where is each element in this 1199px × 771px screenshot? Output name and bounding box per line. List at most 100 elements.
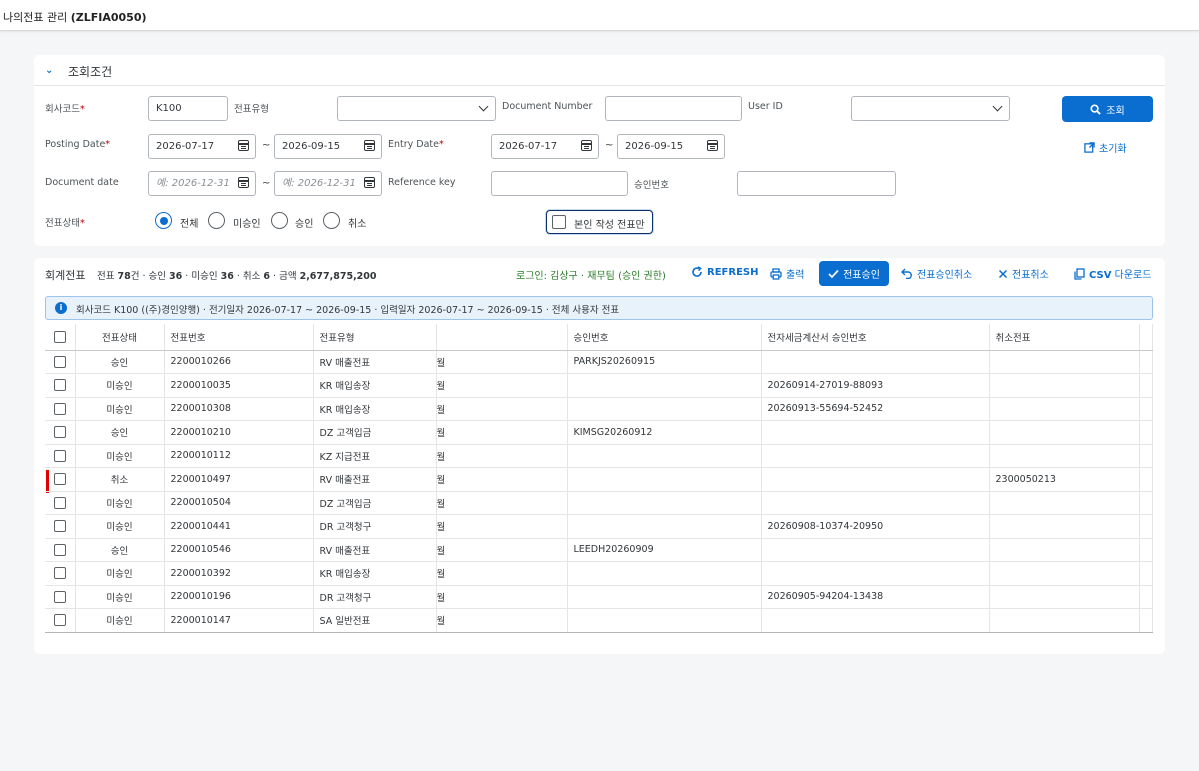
status-radio-cancelled[interactable] [323, 212, 340, 229]
own-documents-only-checkbox[interactable]: 본인 작성 전표만 [546, 210, 653, 234]
row-status: 승인 [75, 420, 165, 445]
table-row[interactable]: 미승인 2200010035 KR 매입송장 월 20260914-27019-8809… [45, 373, 1153, 398]
table-row[interactable]: 승인 2200010266 RV 매출전표 월 PARKJS20260915 [45, 350, 1153, 374]
approval-number-input[interactable] [737, 171, 896, 196]
search-button[interactable]: 조회 [1062, 96, 1153, 122]
status-radio-approved[interactable] [271, 212, 288, 229]
entry-date-to-input[interactable]: 2026-09-15 [617, 134, 725, 159]
status-radio-pending-label[interactable]: 미승인 [233, 215, 261, 230]
row-select-cell[interactable] [45, 491, 76, 515]
table-row[interactable]: 미승인 2200010196 DR 고객청구 월 20260905-94204-1343… [45, 585, 1153, 609]
posting-date-to-input[interactable]: 2026-09-15 [274, 134, 382, 159]
row-select-cell[interactable] [45, 420, 76, 445]
calendar-icon[interactable] [238, 177, 249, 188]
table-row[interactable]: 미승인 2200010392 KR 매입송장 월 [45, 561, 1153, 586]
row-select-cell[interactable] [45, 397, 76, 421]
row-status: 미승인 [75, 608, 165, 633]
posting-date-from-input[interactable]: 2026-07-17 [148, 134, 256, 159]
row-select-cell[interactable] [45, 561, 76, 586]
undo-icon [901, 268, 912, 279]
calendar-icon[interactable] [707, 140, 718, 151]
row-cancel-doc [989, 420, 1140, 445]
col-header-doc-type[interactable]: 전표유형 [313, 324, 437, 351]
row-approval-number [567, 467, 762, 492]
col-header-truncated[interactable] [435, 324, 568, 351]
row-select-cell[interactable] [45, 373, 76, 398]
document-date-to-input[interactable]: 예: 2026-12-31 [274, 171, 382, 196]
row-checkbox[interactable] [53, 379, 66, 392]
row-status: 미승인 [75, 491, 165, 515]
table-row[interactable]: 미승인 2200010112 KZ 지급전표 월 [45, 444, 1153, 468]
approve-cancel-button[interactable]: 전표승인취소 [901, 266, 972, 281]
status-radio-pending[interactable] [208, 212, 225, 229]
doc-type-select[interactable] [337, 96, 496, 121]
row-checkbox[interactable] [53, 590, 66, 603]
status-radio-approved-label[interactable]: 승인 [295, 215, 313, 230]
row-checkbox[interactable] [53, 426, 66, 439]
row-checkbox[interactable] [53, 614, 66, 627]
row-checkbox[interactable] [53, 543, 66, 556]
table-row[interactable]: 승인 2200010546 RV 매출전표 월 LEEDH20260909 [45, 538, 1153, 562]
print-button[interactable]: 출력 [770, 266, 804, 281]
col-header-approval-number[interactable]: 승인번호 [567, 324, 762, 351]
refresh-button-label: REFRESH [707, 266, 759, 278]
select-all-checkbox[interactable] [53, 330, 66, 343]
calendar-icon[interactable] [364, 177, 375, 188]
status-radio-all-label[interactable]: 전체 [180, 215, 198, 230]
approve-button[interactable]: 전표승인 [819, 261, 889, 286]
col-header-tax-invoice[interactable]: 전자세금계산서 승인번호 [761, 324, 990, 351]
row-checkbox[interactable] [53, 520, 66, 533]
refresh-button[interactable]: REFRESH [691, 266, 758, 278]
row-select-cell[interactable] [45, 350, 76, 374]
row-select-cell[interactable] [45, 608, 76, 633]
row-select-cell[interactable] [45, 467, 76, 492]
entry-date-label: Entry Date* [388, 139, 444, 150]
table-row[interactable]: 미승인 2200010147 SA 일반전표 월 [45, 608, 1153, 633]
col-header-doc-number[interactable]: 전표번호 [164, 324, 314, 351]
row-checkbox[interactable] [53, 355, 66, 368]
table-row[interactable]: 취소 2200010497 RV 매출전표 월 2300050213 [45, 467, 1153, 492]
filter-panel: ⌄ 조회조건 회사코드* K100 전표유형 Document Number U… [34, 55, 1165, 246]
calendar-icon[interactable] [238, 140, 249, 151]
table-row[interactable]: 미승인 2200010441 DR 고객청구 월 20260908-10374-2095… [45, 514, 1153, 539]
user-id-select[interactable] [851, 96, 1010, 121]
row-select-cell[interactable] [45, 514, 76, 539]
col-header-status[interactable]: 전표상태 [75, 324, 165, 351]
company-code-input[interactable]: K100 [148, 96, 228, 121]
row-doc-number: 2200010210 [164, 420, 314, 445]
col-header-cancel-doc[interactable]: 취소전표 [989, 324, 1140, 351]
row-checkbox[interactable] [53, 567, 66, 580]
document-date-from-input[interactable]: 예: 2026-12-31 [148, 171, 256, 196]
row-checkbox[interactable] [53, 496, 66, 509]
reference-key-input[interactable] [491, 171, 628, 196]
calendar-icon[interactable] [364, 140, 375, 151]
row-truncated-cell: 월 [435, 538, 568, 562]
table-row[interactable]: 미승인 2200010504 DZ 고객입금 월 [45, 491, 1153, 515]
cancel-document-button[interactable]: 전표취소 [998, 266, 1049, 281]
row-checkbox[interactable] [53, 402, 66, 415]
checkbox[interactable] [552, 215, 566, 229]
csv-download-button[interactable]: CSV 다운로드 [1074, 266, 1151, 281]
doc-number-input[interactable] [605, 96, 742, 121]
chevron-down-icon[interactable]: ⌄ [45, 65, 53, 76]
reset-button[interactable]: 초기화 [1084, 140, 1127, 155]
approval-number-label: 승인번호 [634, 180, 669, 191]
status-radio-all[interactable] [155, 212, 172, 229]
row-approval-number [567, 585, 762, 609]
row-select-cell[interactable] [45, 538, 76, 562]
entry-date-from-input[interactable]: 2026-07-17 [491, 134, 599, 159]
filter-section-header[interactable]: ⌄ 조회조건 [34, 55, 1165, 86]
row-cancel-doc [989, 350, 1140, 374]
row-doc-number: 2200010112 [164, 444, 314, 468]
select-all-cell[interactable] [45, 324, 76, 351]
row-select-cell[interactable] [45, 444, 76, 468]
row-select-cell[interactable] [45, 585, 76, 609]
login-info: 로그인: 김상구 · 재무팀 (승인 권한) [516, 271, 666, 282]
calendar-icon[interactable] [581, 140, 592, 151]
row-checkbox[interactable] [53, 473, 66, 486]
status-radio-cancelled-label[interactable]: 취소 [348, 215, 366, 230]
row-checkbox[interactable] [53, 449, 66, 462]
doc-number-label: Document Number [502, 101, 593, 112]
table-row[interactable]: 미승인 2200010308 KR 매입송장 월 20260913-55694-5245… [45, 397, 1153, 421]
table-row[interactable]: 승인 2200010210 DZ 고객입금 월 KIMSG20260912 [45, 420, 1153, 445]
